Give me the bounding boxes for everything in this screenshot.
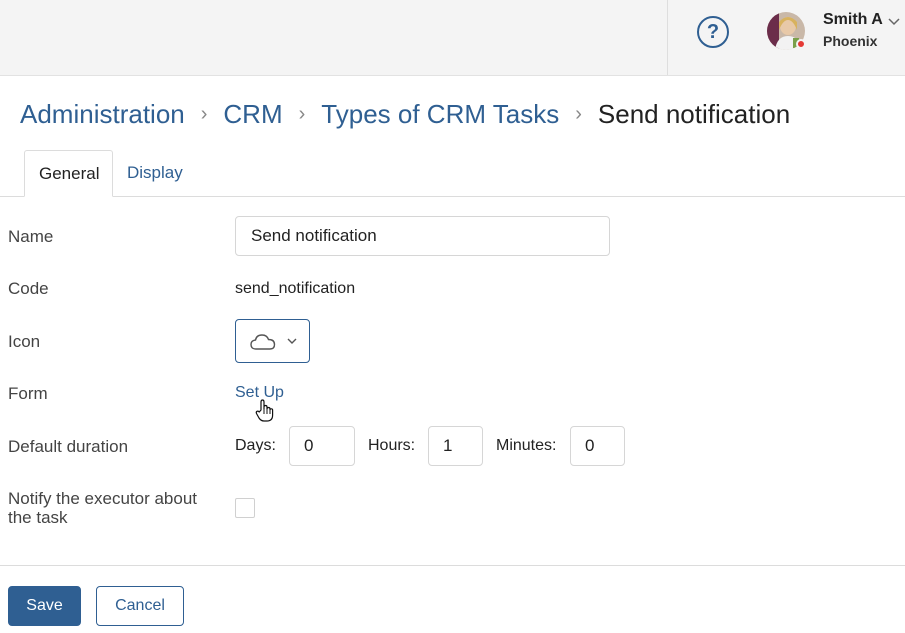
- hours-label: Hours:: [368, 437, 416, 454]
- form-label: Form: [8, 384, 48, 403]
- notify-executor-label-line2: the task: [8, 508, 68, 527]
- icon-label: Icon: [8, 332, 41, 351]
- breadcrumb-separator: ›: [200, 102, 208, 125]
- icon-picker[interactable]: [235, 319, 310, 363]
- user-name[interactable]: Smith A: [823, 11, 883, 29]
- hours-input[interactable]: [428, 426, 483, 466]
- breadcrumb-crm[interactable]: CRM: [223, 99, 282, 130]
- hand-pointer-icon: [255, 399, 274, 422]
- minutes-input[interactable]: [570, 426, 625, 466]
- topbar-divider: [667, 0, 668, 75]
- user-company: Phoenix: [823, 33, 878, 49]
- breadcrumb-administration[interactable]: Administration: [20, 99, 185, 130]
- code-value: send_notification: [235, 280, 356, 297]
- footer-divider: [0, 565, 905, 566]
- breadcrumb-separator: ›: [298, 102, 306, 125]
- breadcrumb-separator: ›: [575, 102, 582, 125]
- question-circle-icon[interactable]: ?: [697, 16, 729, 48]
- save-button[interactable]: Save: [8, 586, 81, 626]
- tab-general[interactable]: General: [24, 150, 113, 197]
- cloud-icon: [250, 334, 276, 350]
- tab-bar: General Display: [0, 150, 905, 197]
- chevron-down-icon[interactable]: [888, 15, 900, 27]
- name-label: Name: [8, 227, 54, 246]
- days-input[interactable]: [289, 426, 355, 466]
- top-bar: ? Smith A Phoenix: [0, 0, 905, 76]
- default-duration-label: Default duration: [8, 437, 129, 456]
- code-label: Code: [8, 279, 49, 298]
- tab-display[interactable]: Display: [113, 150, 197, 197]
- breadcrumb: Administration › CRM › Types of CRM Task…: [20, 96, 790, 132]
- days-label: Days:: [235, 437, 276, 454]
- breadcrumb-types-of-crm-tasks[interactable]: Types of CRM Tasks: [321, 99, 559, 130]
- name-input[interactable]: [235, 216, 610, 256]
- chevron-down-icon: [287, 338, 297, 344]
- cancel-button[interactable]: Cancel: [96, 586, 184, 626]
- notify-executor-label-line1: Notify the executor about: [8, 489, 198, 508]
- page-title: Send notification: [597, 98, 791, 129]
- online-status-dot: [796, 39, 806, 49]
- notify-executor-checkbox[interactable]: [235, 498, 255, 518]
- minutes-label: Minutes:: [496, 437, 557, 454]
